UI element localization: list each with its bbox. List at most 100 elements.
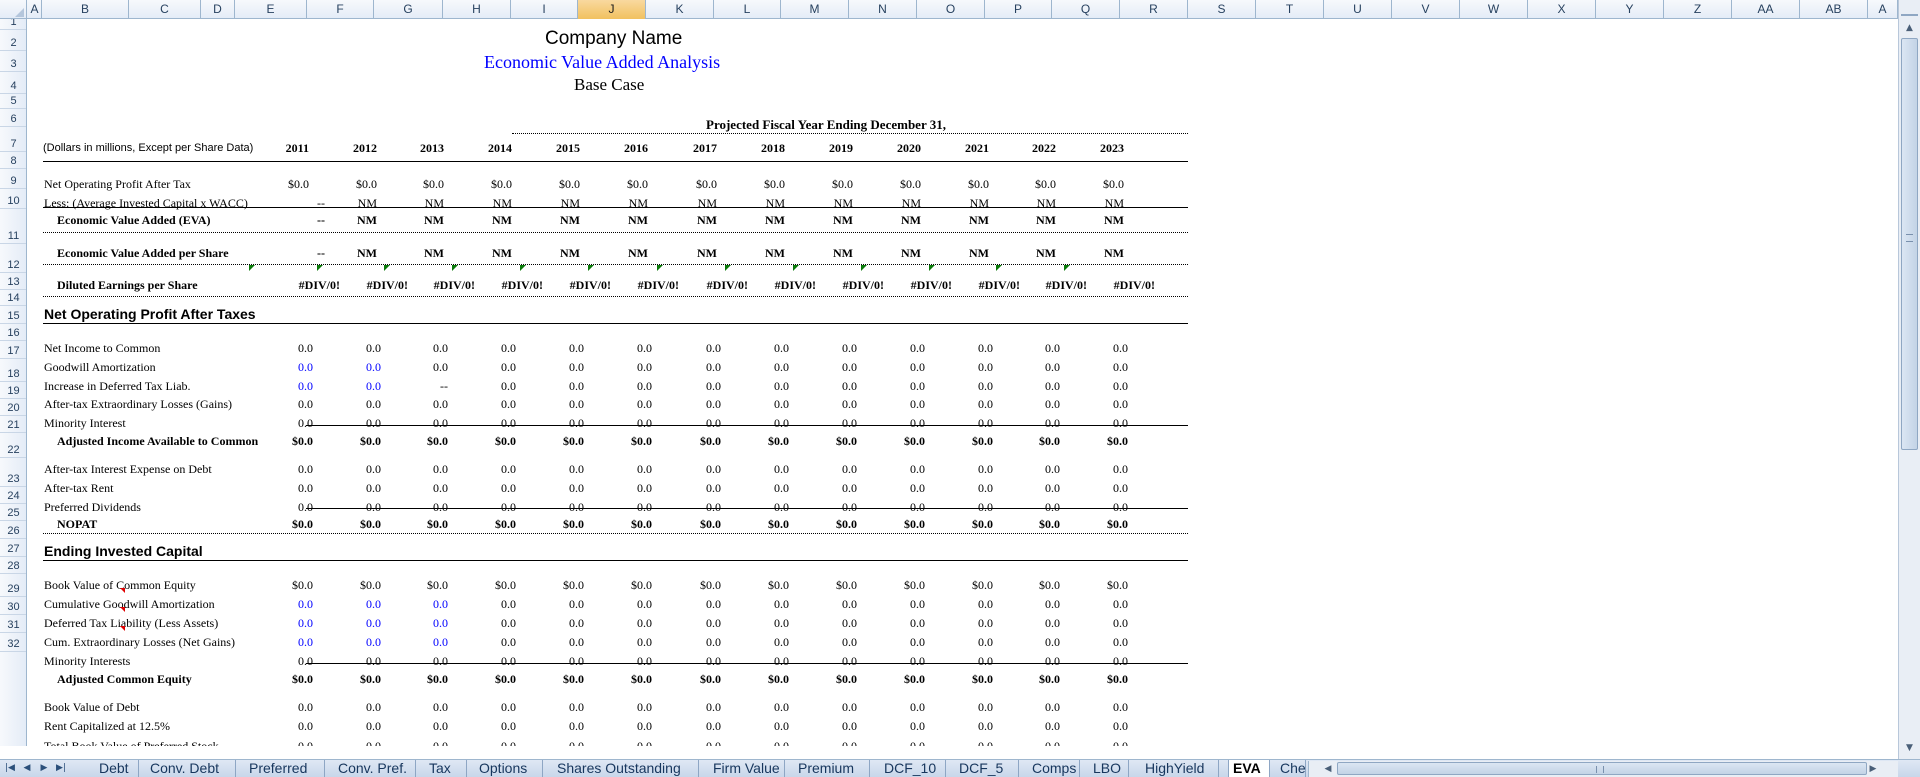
row-header-17[interactable]: 17 <box>0 341 26 359</box>
sheet-tab-eva[interactable]: EVA <box>1228 760 1270 777</box>
row-header-6[interactable]: 6 <box>0 109 26 127</box>
sheet-tab-premium[interactable]: Premium <box>794 760 870 777</box>
column-header-y[interactable]: Y <box>1596 0 1664 19</box>
sheet-tab-shares-outstanding[interactable]: Shares Outstanding <box>553 760 699 777</box>
row-header-15[interactable]: 15 <box>0 306 26 324</box>
row-header-28[interactable]: 28 <box>0 557 26 574</box>
column-header-d[interactable]: D <box>201 0 235 19</box>
scroll-right-icon[interactable]: ▶ <box>1866 761 1880 777</box>
scroll-up-icon[interactable]: ▲ <box>1901 20 1918 37</box>
sheet-tab-debt[interactable]: Debt <box>95 760 139 777</box>
case-name: Base Case <box>574 75 645 94</box>
nopat-value: 0.0 <box>1113 416 1128 430</box>
prev-sheet-icon[interactable]: ◀ <box>20 761 34 776</box>
column-header-m[interactable]: M <box>781 0 849 19</box>
row-header-4[interactable]: 4 <box>0 72 26 94</box>
vertical-scrollbar[interactable]: ▲ ▼ <box>1898 0 1920 759</box>
row-header-10[interactable]: 10 <box>0 189 26 209</box>
row-header-5[interactable]: 5 <box>0 94 26 109</box>
horizontal-scroll-thumb[interactable] <box>1337 762 1867 775</box>
horizontal-scrollbar[interactable]: ◀ ▶ <box>1308 761 1898 777</box>
column-header-j[interactable]: J <box>578 0 646 19</box>
row-header-24[interactable]: 24 <box>0 487 26 504</box>
sheet-tab-highyield[interactable]: HighYield <box>1141 760 1219 777</box>
scroll-down-icon[interactable]: ▼ <box>1901 740 1918 757</box>
next-sheet-icon[interactable]: ▶ <box>37 761 51 776</box>
row-header-21[interactable]: 21 <box>0 416 26 433</box>
row-header-16[interactable]: 16 <box>0 324 26 341</box>
error-flag-icon <box>249 265 255 271</box>
column-header-u[interactable]: U <box>1324 0 1392 19</box>
row-header-2[interactable]: 2 <box>0 30 26 51</box>
sheet-tab-firm-value[interactable]: Firm Value <box>709 760 785 777</box>
nopat-value: 0.0 <box>774 462 789 476</box>
sheet-tab-comps[interactable]: Comps <box>1028 760 1080 777</box>
column-header-w[interactable]: W <box>1460 0 1528 19</box>
column-header-l[interactable]: L <box>714 0 781 19</box>
column-header-a[interactable]: A <box>1868 0 1898 19</box>
column-header-q[interactable]: Q <box>1052 0 1120 19</box>
row-header-25[interactable]: 25 <box>0 504 26 521</box>
row-header-30[interactable]: 30 <box>0 597 26 615</box>
sheet-tab-preferred[interactable]: Preferred <box>245 760 325 777</box>
row-header-11[interactable]: 11 <box>0 209 26 244</box>
row-header-13[interactable]: 13 <box>0 273 26 290</box>
split-handle[interactable] <box>1901 2 1918 16</box>
row-header-20[interactable]: 20 <box>0 399 26 416</box>
row-header-7[interactable]: 7 <box>0 127 26 152</box>
column-header-ab[interactable]: AB <box>1800 0 1868 19</box>
scroll-left-icon[interactable]: ◀ <box>1321 761 1335 777</box>
worksheet-grid[interactable]: Company Name Economic Value Added Analysi… <box>27 19 1898 746</box>
row-header-1[interactable]: 1 <box>0 19 26 30</box>
column-header-i[interactable]: I <box>511 0 578 19</box>
sheet-tab-dcf-5[interactable]: DCF_5 <box>955 760 1019 777</box>
row-header-27[interactable]: 27 <box>0 539 26 557</box>
row-header-8[interactable]: 8 <box>0 152 26 169</box>
row-header-32[interactable]: 32 <box>0 633 26 652</box>
column-header-g[interactable]: G <box>374 0 443 19</box>
column-header-aa[interactable]: AA <box>1732 0 1800 19</box>
row-header-14[interactable]: 14 <box>0 290 26 306</box>
sheet-tab-che[interactable]: Che <box>1276 760 1306 777</box>
row-header-22[interactable]: 22 <box>0 433 26 458</box>
capital-value: 0.0 <box>1113 616 1128 630</box>
row-header-12[interactable]: 12 <box>0 244 26 273</box>
column-header-p[interactable]: P <box>985 0 1052 19</box>
column-header-r[interactable]: R <box>1120 0 1188 19</box>
column-header-s[interactable]: S <box>1188 0 1256 19</box>
vertical-scroll-thumb[interactable] <box>1901 38 1918 450</box>
column-header-h[interactable]: H <box>443 0 511 19</box>
column-header-e[interactable]: E <box>235 0 307 19</box>
column-header-n[interactable]: N <box>849 0 917 19</box>
column-header-f[interactable]: F <box>307 0 374 19</box>
row-header-29[interactable]: 29 <box>0 574 26 597</box>
select-all-corner[interactable] <box>0 0 27 19</box>
column-header-k[interactable]: K <box>646 0 714 19</box>
nopat-value: $0.0 <box>631 434 652 448</box>
first-sheet-icon[interactable]: |◀ <box>3 761 17 776</box>
row-header-19[interactable]: 19 <box>0 382 26 399</box>
column-header-o[interactable]: O <box>917 0 985 19</box>
column-header-c[interactable]: C <box>129 0 201 19</box>
summary-value: $0.0 <box>288 177 309 191</box>
year-header-2019: 2019 <box>829 141 853 155</box>
row-header-26[interactable]: 26 <box>0 521 26 539</box>
column-header-t[interactable]: T <box>1256 0 1324 19</box>
sheet-tab-lbo[interactable]: LBO <box>1089 760 1129 777</box>
column-header-v[interactable]: V <box>1392 0 1460 19</box>
column-header-b[interactable]: B <box>42 0 129 19</box>
row-header-31[interactable]: 31 <box>0 615 26 633</box>
sheet-tab-conv-pref-[interactable]: Conv. Pref. <box>334 760 416 777</box>
column-header-x[interactable]: X <box>1528 0 1596 19</box>
column-header-a[interactable]: A <box>28 0 42 19</box>
row-header-23[interactable]: 23 <box>0 458 26 487</box>
sheet-tab-options[interactable]: Options <box>475 760 543 777</box>
column-header-z[interactable]: Z <box>1664 0 1732 19</box>
sheet-tab-conv-debt[interactable]: Conv. Debt <box>146 760 236 777</box>
sheet-tab-dcf-10[interactable]: DCF_10 <box>880 760 946 777</box>
row-header-9[interactable]: 9 <box>0 169 26 189</box>
row-header-18[interactable]: 18 <box>0 359 26 382</box>
sheet-tab-tax[interactable]: Tax <box>425 760 467 777</box>
row-header-3[interactable]: 3 <box>0 51 26 72</box>
last-sheet-icon[interactable]: ▶| <box>54 761 68 776</box>
